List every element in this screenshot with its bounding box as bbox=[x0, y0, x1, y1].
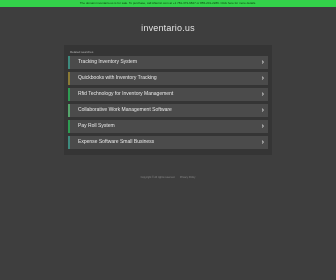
related-link-tracking-inventory-system[interactable]: Tracking Inventory System › bbox=[68, 56, 268, 69]
related-link-label: Collaborative Work Management Software bbox=[78, 107, 172, 113]
related-link-label: Quickbooks with Inventory Tracking bbox=[78, 75, 157, 81]
chevron-right-icon: › bbox=[261, 107, 264, 114]
related-searches-panel: Related searches Tracking Inventory Syst… bbox=[64, 45, 272, 155]
related-link-label: Rfid Technology for Inventory Management bbox=[78, 91, 174, 97]
chevron-right-icon: › bbox=[261, 123, 264, 130]
chevron-right-icon: › bbox=[261, 59, 264, 66]
site-title: inventario.us bbox=[141, 23, 195, 33]
chevron-right-icon: › bbox=[261, 91, 264, 98]
related-link-label: Expense Software Small Business bbox=[78, 139, 155, 145]
related-link-expense-software[interactable]: Expense Software Small Business › bbox=[68, 136, 268, 149]
related-link-collaborative-work-management[interactable]: Collaborative Work Management Software › bbox=[68, 104, 268, 117]
related-link-quickbooks-inventory-tracking[interactable]: Quickbooks with Inventory Tracking › bbox=[68, 72, 268, 85]
related-link-label: Pay Roll System bbox=[78, 123, 115, 129]
domain-sale-banner[interactable]: The domain inventario.us is for sale. To… bbox=[0, 0, 336, 7]
footer-privacy-link[interactable]: Privacy Policy bbox=[180, 176, 196, 179]
chevron-right-icon: › bbox=[261, 75, 264, 82]
related-link-rfid-technology[interactable]: Rfid Technology for Inventory Management… bbox=[68, 88, 268, 101]
panel-label: Related searches bbox=[70, 50, 94, 54]
footer: Copyright © All rights reserved. Privacy… bbox=[0, 176, 336, 179]
related-link-label: Tracking Inventory System bbox=[78, 59, 138, 65]
related-link-pay-roll-system[interactable]: Pay Roll System › bbox=[68, 120, 268, 133]
footer-copyright: Copyright © All rights reserved. bbox=[140, 176, 176, 179]
chevron-right-icon: › bbox=[261, 139, 264, 146]
